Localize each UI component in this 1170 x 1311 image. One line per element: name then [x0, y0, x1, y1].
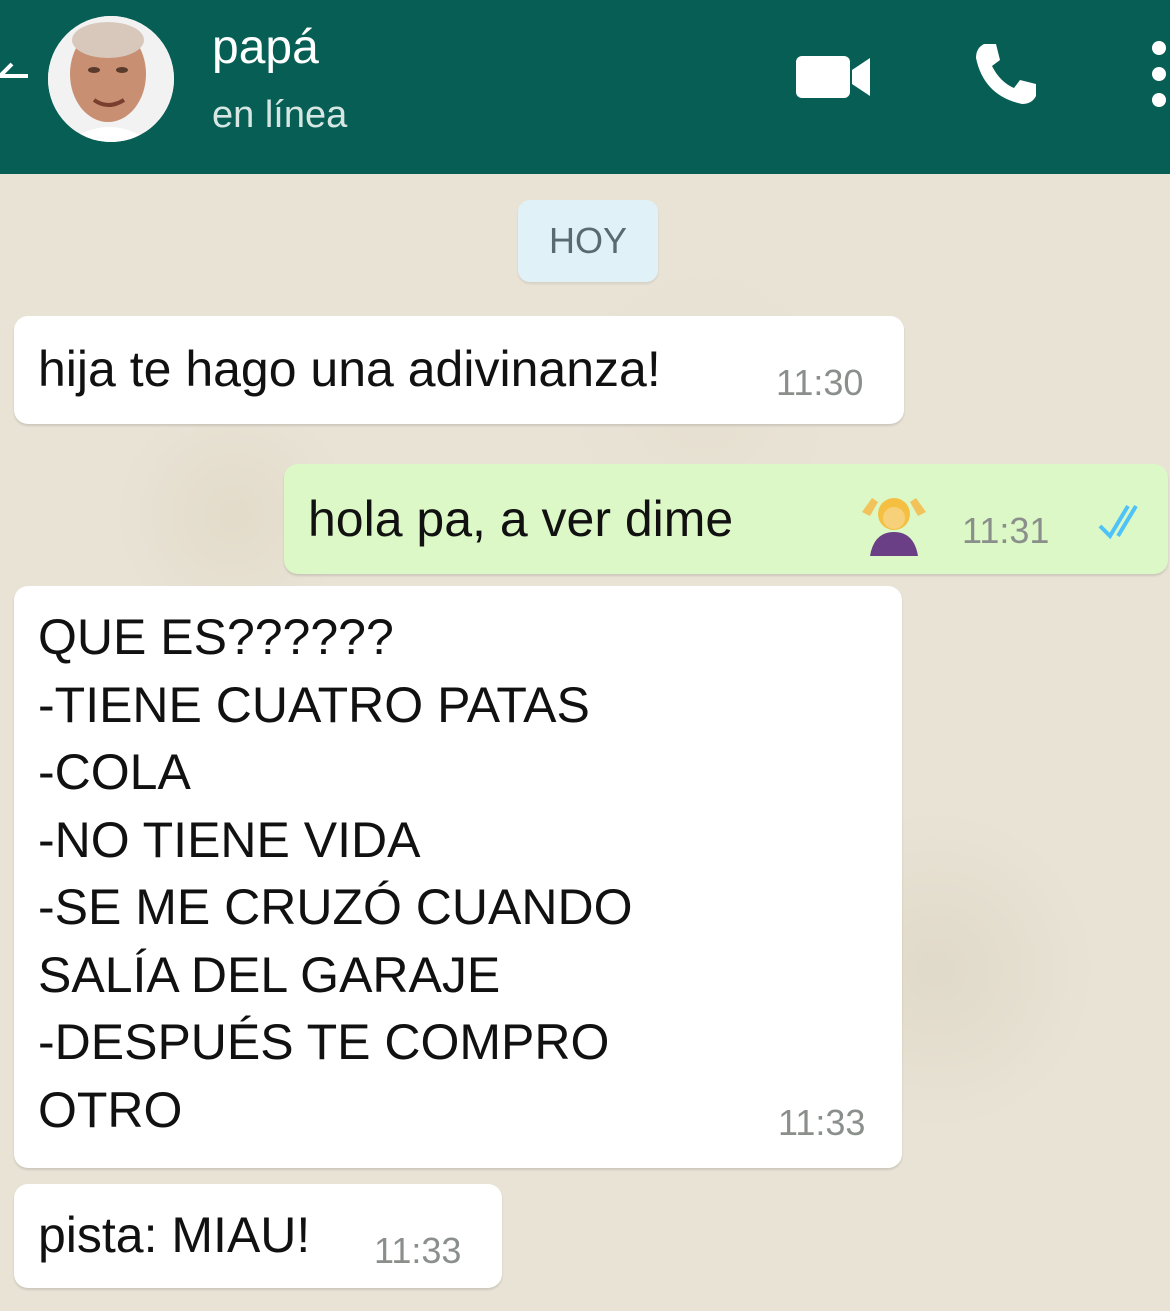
chat-header: papá en línea [0, 0, 1170, 174]
date-chip: HOY [518, 200, 658, 282]
contact-photo [48, 16, 174, 142]
message-time: 11:30 [776, 362, 864, 403]
double-check-icon [1098, 504, 1138, 540]
message-text: QUE ES?????? -TIENE CUATRO PATAS -COLA -… [38, 604, 632, 1144]
avatar[interactable] [48, 16, 174, 142]
message-text: hija te hago una adivinanza! [38, 341, 661, 397]
message-line: QUE ES?????? [38, 609, 394, 665]
message-bubble-incoming[interactable]: pista: MIAU! 11:33 [14, 1184, 502, 1288]
message-line: -NO TIENE VIDA [38, 811, 421, 868]
message-line: -DESPUÉS TE COMPRO [38, 1014, 610, 1070]
contact-status: en línea [212, 94, 348, 136]
message-time: 11:33 [374, 1230, 462, 1271]
message-bubble-incoming[interactable]: QUE ES?????? -TIENE CUATRO PATAS -COLA -… [14, 586, 902, 1168]
message-time: 11:31 [962, 510, 1050, 551]
contact-name[interactable]: papá [212, 20, 319, 75]
back-arrow-icon[interactable] [0, 56, 30, 96]
message-line: -SE ME CRUZÓ CUANDO [38, 879, 633, 935]
message-text: pista: MIAU! [38, 1207, 311, 1263]
message-line: -COLA [38, 744, 191, 800]
woman-shrugging-emoji [862, 498, 926, 556]
message-text: hola pa, a ver dime [308, 491, 734, 547]
message-line: SALÍA DEL GARAJE [38, 946, 501, 1003]
video-call-icon[interactable] [794, 52, 874, 102]
message-bubble-outgoing[interactable]: hola pa, a ver dime 11:31 [284, 464, 1168, 574]
message-time: 11:33 [778, 1102, 866, 1143]
message-bubble-incoming[interactable]: hija te hago una adivinanza! 11:30 [14, 316, 904, 424]
more-options-icon[interactable] [1148, 38, 1170, 110]
message-line: -TIENE CUATRO PATAS [38, 676, 590, 733]
phone-icon[interactable] [970, 38, 1042, 110]
message-line: OTRO [38, 1081, 183, 1138]
